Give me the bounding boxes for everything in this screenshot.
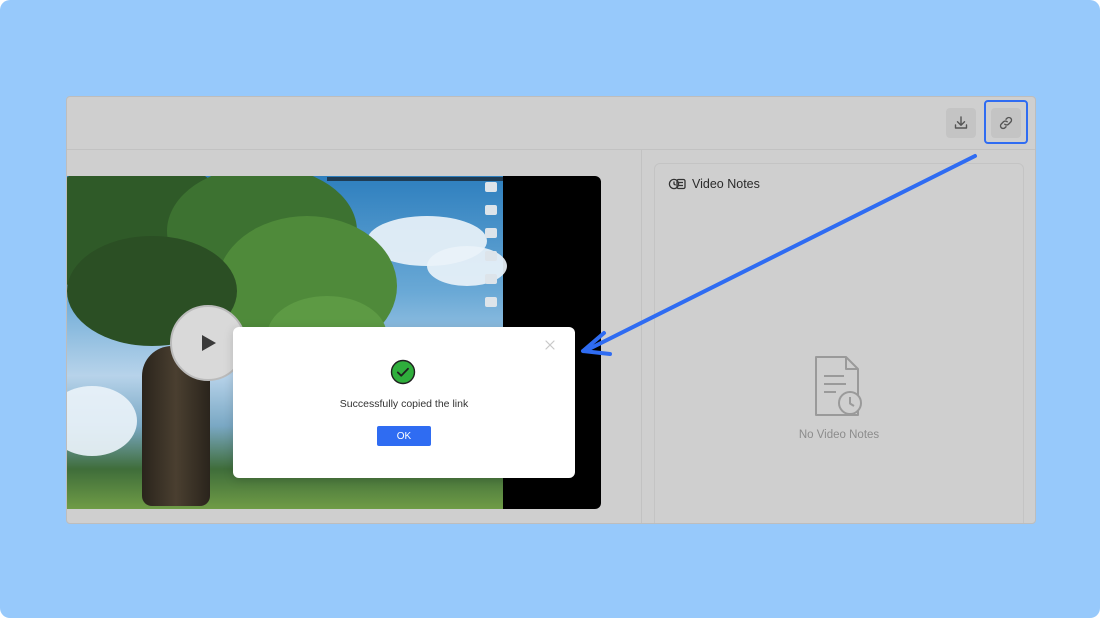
empty-state-text: No Video Notes <box>798 429 880 441</box>
success-dialog: Successfully copied the link OK <box>233 327 575 478</box>
success-message: Successfully copied the link <box>339 398 469 410</box>
video-notes-panel: Video Notes No Video Notes <box>654 163 1024 523</box>
toolbar <box>67 97 1035 150</box>
empty-state: No Video Notes <box>655 354 1023 441</box>
play-icon <box>202 335 216 351</box>
cloud <box>67 386 137 456</box>
download-button[interactable] <box>946 108 976 138</box>
video-notes-title: Video Notes <box>692 177 760 191</box>
ok-button[interactable]: OK <box>377 426 431 446</box>
document-clock-icon <box>815 356 862 416</box>
video-notes-header: Video Notes <box>668 176 760 192</box>
thumbnail-taskbar <box>327 177 503 181</box>
download-icon <box>954 116 968 129</box>
close-button[interactable] <box>543 338 557 352</box>
check-circle-icon <box>390 359 416 385</box>
close-icon <box>545 340 555 350</box>
screenshot-canvas: Video Notes No Video Notes Successfully … <box>0 0 1100 618</box>
thumbnail-desktop-icons <box>485 182 499 320</box>
copy-link-highlight <box>984 100 1028 144</box>
panel-divider <box>641 150 642 523</box>
video-notes-icon <box>668 178 686 190</box>
